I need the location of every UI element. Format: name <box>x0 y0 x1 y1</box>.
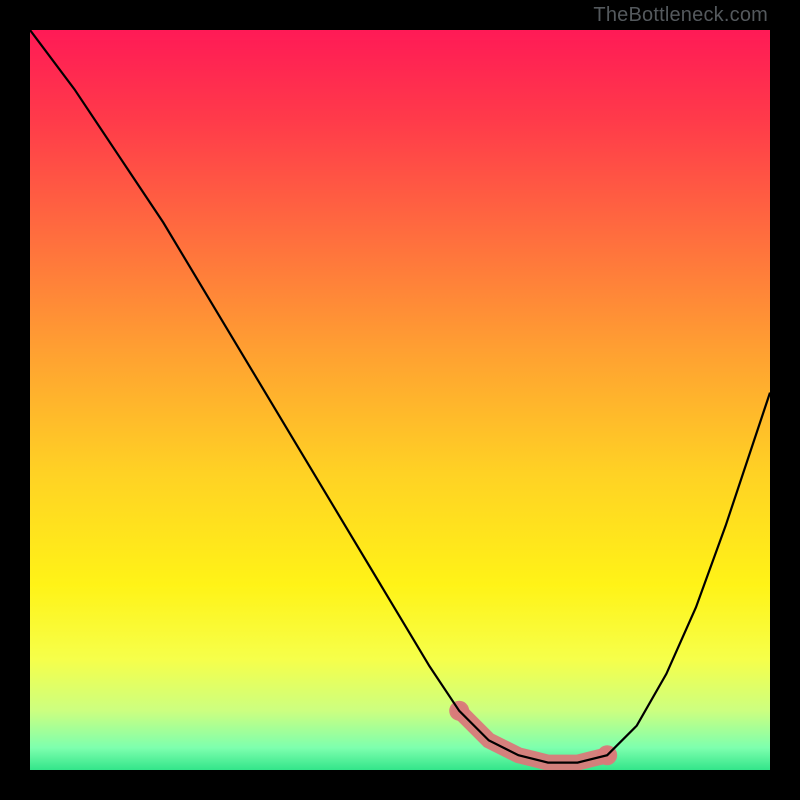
flat-region-highlight <box>449 701 617 765</box>
bottleneck-curve <box>30 30 770 763</box>
flat-band <box>459 711 607 763</box>
curve-layer <box>30 30 770 770</box>
gradient-plot-area <box>30 30 770 770</box>
attribution-watermark: TheBottleneck.com <box>593 4 768 27</box>
